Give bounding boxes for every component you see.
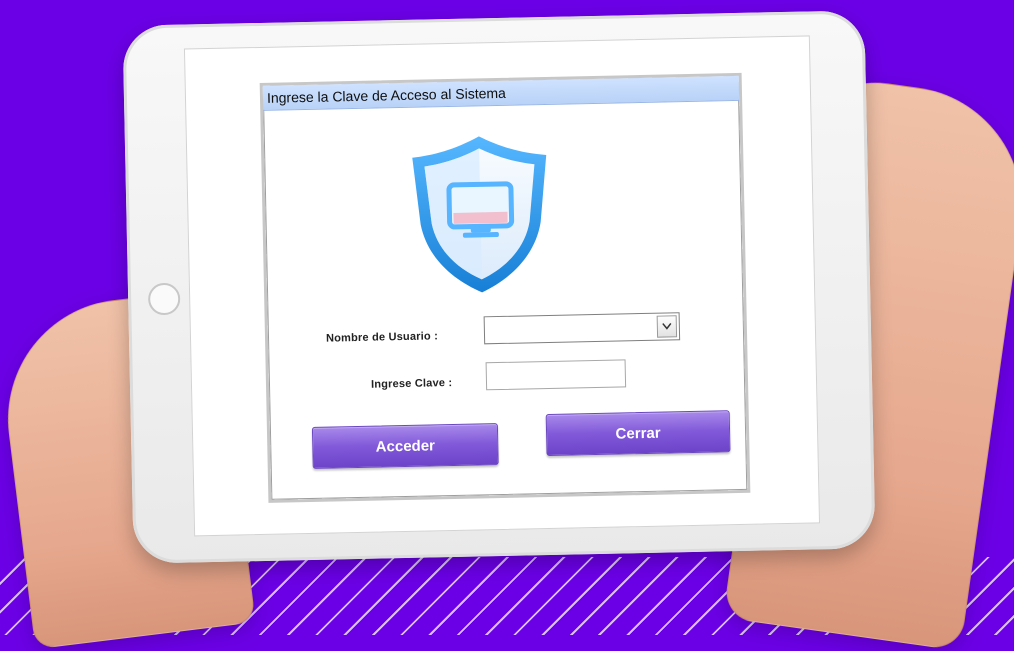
password-field[interactable] bbox=[485, 359, 627, 391]
chevron-down-icon[interactable] bbox=[656, 315, 678, 338]
tablet: Ingrese la Clave de Acceso al Sistema No… bbox=[122, 10, 876, 564]
username-label: Nombre de Usuario : bbox=[325, 330, 439, 345]
username-combobox[interactable] bbox=[483, 312, 681, 345]
login-dialog: Ingrese la Clave de Acceso al Sistema No… bbox=[259, 72, 751, 503]
close-button[interactable]: Cerrar bbox=[545, 410, 731, 457]
window-title: Ingrese la Clave de Acceso al Sistema bbox=[266, 84, 507, 106]
password-label: Ingrese Clave : bbox=[370, 377, 453, 391]
shield-icon bbox=[402, 129, 559, 300]
tablet-screen: Ingrese la Clave de Acceso al Sistema No… bbox=[183, 35, 821, 537]
tablet-home-button[interactable] bbox=[147, 282, 181, 316]
dialog-body: Nombre de Usuario : Ingrese Clave : Acce… bbox=[263, 101, 747, 500]
access-button[interactable]: Acceder bbox=[311, 423, 499, 469]
